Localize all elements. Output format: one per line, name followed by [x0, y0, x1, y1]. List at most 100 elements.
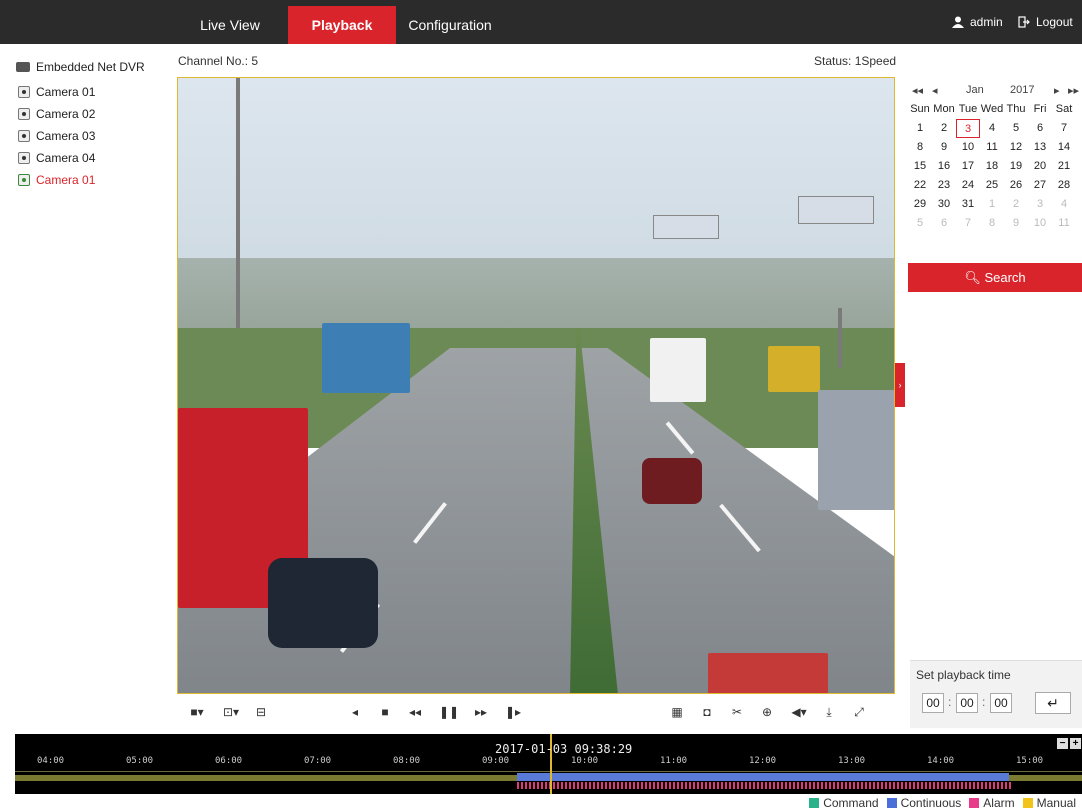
- window-layout-icon[interactable]: ■▾: [183, 702, 211, 722]
- calendar-day[interactable]: 6: [1028, 119, 1052, 138]
- calendar-day[interactable]: 31: [956, 195, 980, 214]
- playback-controls: ■▾ ⊡▾ ⊟ ◂ ■ ◂◂ ❚❚ ▸▸ ❚▸ ▦ ◘ ✂ ⊕ ◀▾ ⤓ ⤢: [177, 698, 895, 726]
- second-input[interactable]: 00: [990, 693, 1012, 713]
- calendar-year[interactable]: 2017: [1010, 84, 1034, 96]
- panel-toggle-button[interactable]: ›: [895, 363, 905, 407]
- legend-swatch: [969, 798, 980, 808]
- calendar-day[interactable]: 15: [908, 157, 932, 176]
- next-month-icon[interactable]: ▸: [1054, 84, 1060, 97]
- tab-playback[interactable]: Playback: [288, 6, 396, 44]
- calendar-day[interactable]: 19: [1004, 157, 1028, 176]
- calendar-day[interactable]: 5: [908, 214, 932, 233]
- camera-item[interactable]: Camera 02: [18, 104, 95, 124]
- calendar-day[interactable]: 7: [1052, 119, 1076, 138]
- timeline-tick-label: 09:00: [482, 756, 510, 766]
- calendar-day[interactable]: 9: [932, 138, 956, 157]
- prev-month-icon[interactable]: ◂: [932, 84, 938, 97]
- calendar-day[interactable]: 10: [956, 138, 980, 157]
- download-icon[interactable]: ⤓: [819, 702, 839, 722]
- legend-swatch: [886, 798, 897, 808]
- dvr-icon: [16, 62, 30, 72]
- stream-icon[interactable]: ⊡▾: [217, 702, 245, 722]
- timeline[interactable]: 04:00 05:00 06:00 07:00 08:00 09:00 10:00 11:00…: [15, 734, 1082, 794]
- pause-icon[interactable]: ❚❚: [439, 702, 459, 722]
- cut-icon[interactable]: ✂: [727, 702, 747, 722]
- legend-swatch: [1022, 798, 1033, 808]
- fast-icon[interactable]: ▸▸: [471, 702, 491, 722]
- calendar-day[interactable]: 30: [932, 195, 956, 214]
- calendar-day[interactable]: 12: [1004, 138, 1028, 157]
- calendar-day[interactable]: 17: [956, 157, 980, 176]
- calendar-day[interactable]: 26: [1004, 176, 1028, 195]
- stop-icon[interactable]: ■: [375, 702, 395, 722]
- calendar-day[interactable]: 16: [932, 157, 956, 176]
- zoom-icon[interactable]: ⊕: [757, 702, 777, 722]
- camera-item-active[interactable]: Camera 01: [18, 170, 95, 190]
- calendar-day[interactable]: 11: [980, 138, 1004, 157]
- camera-item[interactable]: Camera 03: [18, 126, 95, 146]
- camera-icon: [18, 152, 30, 164]
- camera-item[interactable]: Camera 04: [18, 148, 95, 168]
- calendar-day[interactable]: 21: [1052, 157, 1076, 176]
- slow-icon[interactable]: ◂◂: [405, 702, 425, 722]
- prev-year-icon[interactable]: ◂◂: [912, 84, 923, 97]
- calendar-day[interactable]: 25: [980, 176, 1004, 195]
- calendar-day[interactable]: 8: [908, 138, 932, 157]
- zoom-out-icon[interactable]: −: [1057, 738, 1068, 749]
- calendar-day[interactable]: 10: [1028, 214, 1052, 233]
- calendar-day[interactable]: 5: [1004, 119, 1028, 138]
- calendar-day[interactable]: 1: [980, 195, 1004, 214]
- search-button[interactable]: 🔍︎ Search: [908, 263, 1082, 292]
- hour-input[interactable]: 00: [922, 693, 944, 713]
- reverse-play-icon[interactable]: ◂: [345, 702, 365, 722]
- enter-icon[interactable]: ↵: [1035, 692, 1071, 714]
- fullscreen-icon[interactable]: ⤢: [849, 702, 869, 722]
- calendar-month[interactable]: Jan: [966, 84, 984, 96]
- calendar-day[interactable]: 6: [932, 214, 956, 233]
- calendar-day[interactable]: 11: [1052, 214, 1076, 233]
- weekday-header: Mon: [933, 103, 955, 115]
- user-menu[interactable]: admin: [952, 0, 1003, 44]
- calendar-day[interactable]: 13: [1028, 138, 1052, 157]
- logout-button[interactable]: Logout: [1018, 0, 1073, 44]
- timeline-tick-label: 07:00: [304, 756, 332, 766]
- calendar-day[interactable]: 3: [956, 119, 980, 138]
- camera-item[interactable]: Camera 01: [18, 82, 95, 102]
- video-player[interactable]: [177, 77, 895, 694]
- calendar-day[interactable]: 2: [1004, 195, 1028, 214]
- camera-playing-icon: [18, 174, 30, 186]
- calendar-day[interactable]: 9: [1004, 214, 1028, 233]
- zoom-in-icon[interactable]: +: [1070, 738, 1081, 749]
- volume-icon[interactable]: ◀▾: [785, 702, 813, 722]
- calendar-day[interactable]: 2: [932, 119, 956, 138]
- calendar-day[interactable]: 4: [1052, 195, 1076, 214]
- video-scene-pole: [236, 78, 240, 328]
- legend-label: Manual: [1036, 796, 1076, 810]
- clip-icon[interactable]: ▦: [667, 702, 687, 722]
- calendar-day[interactable]: 28: [1052, 176, 1076, 195]
- frame-step-icon[interactable]: ❚▸: [503, 702, 523, 722]
- timeline-tick-label: 14:00: [927, 756, 955, 766]
- calendar-day[interactable]: 24: [956, 176, 980, 195]
- calendar-day[interactable]: 3: [1028, 195, 1052, 214]
- calendar-day[interactable]: 23: [932, 176, 956, 195]
- calendar-day[interactable]: 8: [980, 214, 1004, 233]
- logout-label: Logout: [1036, 15, 1073, 29]
- calendar-day[interactable]: 22: [908, 176, 932, 195]
- username: admin: [970, 15, 1003, 29]
- calendar-day[interactable]: 14: [1052, 138, 1076, 157]
- tab-configuration[interactable]: Configuration: [400, 6, 500, 44]
- calendar-day[interactable]: 1: [908, 119, 932, 138]
- calendar-day[interactable]: 4: [980, 119, 1004, 138]
- calendar-day[interactable]: 29: [908, 195, 932, 214]
- calendar-day[interactable]: 20: [1028, 157, 1052, 176]
- next-year-icon[interactable]: ▸▸: [1068, 84, 1079, 97]
- device-node[interactable]: Embedded Net DVR: [16, 57, 145, 77]
- minute-input[interactable]: 00: [956, 693, 978, 713]
- snapshot-icon[interactable]: ◘: [697, 702, 717, 722]
- tab-live-view[interactable]: Live View: [188, 6, 272, 44]
- calendar-day[interactable]: 18: [980, 157, 1004, 176]
- calendar-day[interactable]: 7: [956, 214, 980, 233]
- calendar-day[interactable]: 27: [1028, 176, 1052, 195]
- sync-icon[interactable]: ⊟: [251, 702, 271, 722]
